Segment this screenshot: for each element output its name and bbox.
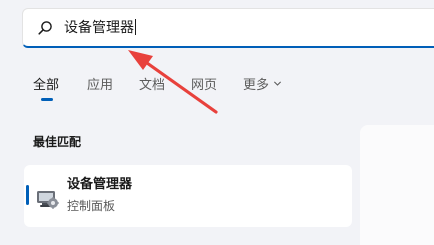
- chevron-down-icon: [273, 81, 282, 86]
- tab-more-label: 更多: [243, 78, 270, 93]
- tab-all[interactable]: 全部: [33, 76, 59, 96]
- search-input[interactable]: 设备管理器: [64, 19, 136, 37]
- selection-indicator: [26, 185, 29, 205]
- tab-web[interactable]: 网页: [191, 76, 217, 96]
- tab-documents-label: 文档: [139, 78, 166, 93]
- device-manager-icon: [37, 191, 59, 209]
- tab-apps-label: 应用: [87, 78, 114, 93]
- tab-all-label: 全部: [33, 78, 60, 93]
- search-box[interactable]: 设备管理器: [22, 8, 434, 48]
- tab-more[interactable]: 更多: [243, 76, 282, 96]
- details-panel: [360, 125, 434, 245]
- tab-apps[interactable]: 应用: [87, 76, 113, 96]
- tab-web-label: 网页: [191, 78, 218, 93]
- best-match-heading: 最佳匹配: [33, 135, 82, 149]
- search-icon: [38, 21, 52, 35]
- active-tab-indicator: [41, 98, 53, 101]
- result-title: 设备管理器: [67, 177, 133, 192]
- search-input-value: 设备管理器: [64, 20, 134, 36]
- best-match-result[interactable]: 设备管理器 控制面板: [24, 165, 352, 227]
- text-caret: [135, 19, 136, 35]
- result-subtitle: 控制面板: [67, 199, 116, 213]
- tab-documents[interactable]: 文档: [139, 76, 165, 96]
